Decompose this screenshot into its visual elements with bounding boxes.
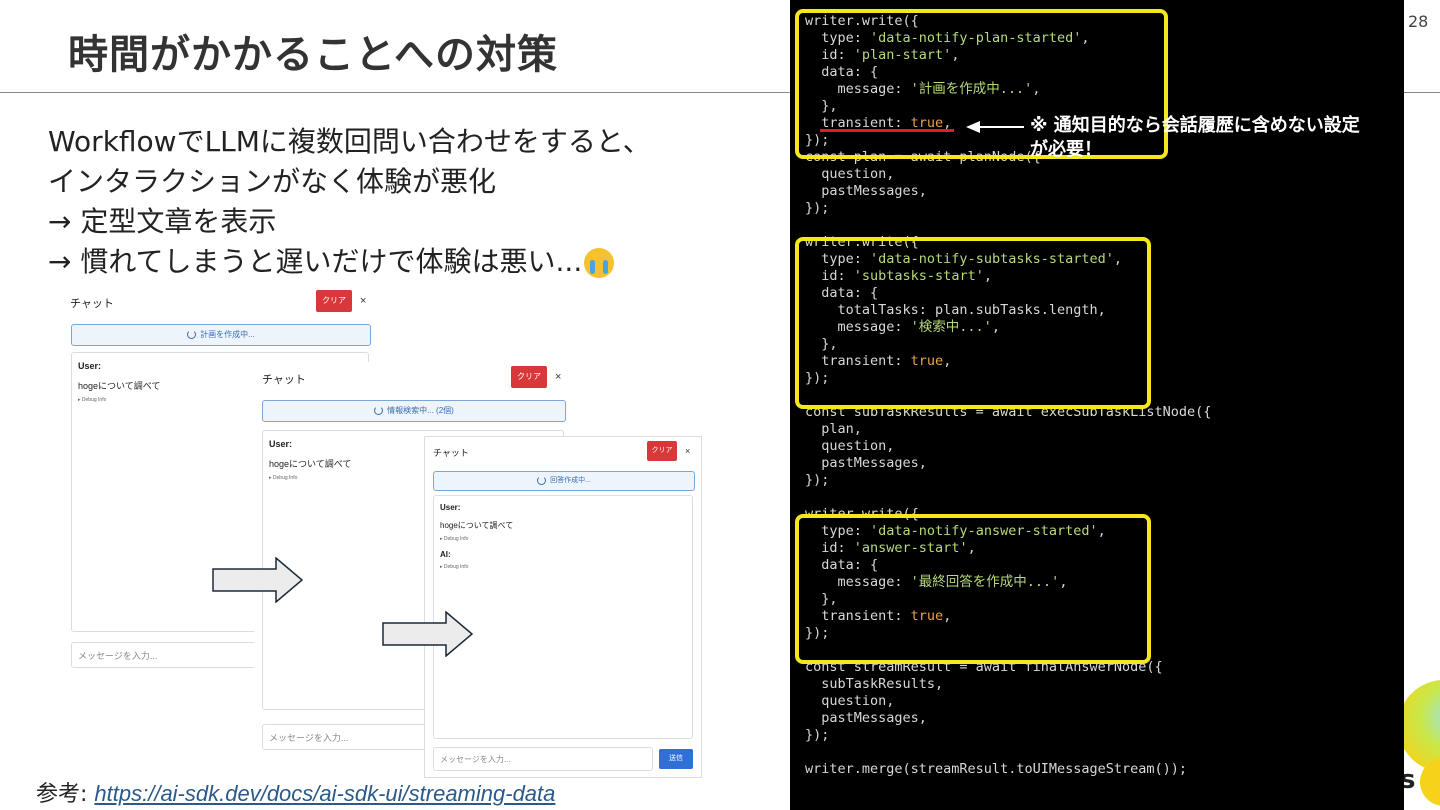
- transient-underline: [820, 129, 954, 132]
- page-number: 28: [1408, 12, 1429, 31]
- clear-button[interactable]: クリア: [647, 441, 677, 461]
- spinner-icon: [537, 475, 547, 485]
- status-text: 計画を作成中...: [200, 330, 255, 339]
- clear-button[interactable]: クリア: [316, 290, 352, 312]
- status-banner: 計画を作成中...: [71, 324, 371, 346]
- reference-label: 参考:: [36, 782, 95, 807]
- note-line-2: が必要！: [1030, 139, 1102, 160]
- highlight-box-answer: [795, 514, 1151, 664]
- spinner-icon: [374, 406, 384, 416]
- send-button[interactable]: 送信: [659, 749, 693, 769]
- title-divider-right: [1404, 92, 1440, 93]
- chat-header: チャット: [70, 298, 114, 310]
- bullet-line-1: WorkflowでLLMに複数回問い合わせをすると、: [48, 125, 651, 158]
- chat-header: チャット: [262, 374, 306, 386]
- chat-header: チャット: [433, 448, 469, 458]
- note-arrow-icon: [966, 121, 1024, 133]
- debug-info-toggle[interactable]: ▸ Debug Info: [440, 536, 686, 542]
- user-label: User:: [440, 503, 461, 512]
- close-icon[interactable]: ×: [685, 446, 690, 456]
- bullet-line-2: インタラクションがなく体験が悪化: [48, 165, 497, 198]
- bullet-line-4-text: → 慣れてしまうと遅いだけで体験は悪い...: [48, 245, 583, 278]
- close-icon[interactable]: ×: [360, 295, 366, 307]
- clear-button[interactable]: クリア: [511, 366, 547, 388]
- highlight-box-subtasks: [795, 237, 1151, 409]
- ai-debug-info-toggle[interactable]: ▸ Debug Info: [440, 564, 686, 570]
- slide-title: 時間がかかることへの対策: [68, 32, 558, 78]
- transition-arrow-2: [382, 611, 474, 657]
- svg-text:s: s: [1404, 765, 1415, 795]
- brand-logo-icon: s: [1404, 680, 1440, 806]
- status-banner: 情報検索中... (2個): [262, 400, 566, 422]
- crying-face-icon: [584, 248, 615, 278]
- ai-label: AI:: [440, 550, 451, 559]
- reference-link[interactable]: https://ai-sdk.dev/docs/ai-sdk-ui/stream…: [94, 781, 555, 806]
- bullet-line-3: → 定型文章を表示: [48, 205, 277, 238]
- chat-screenshot-3: チャット クリア × 回答作成中... User: hogeについて調べて ▸ …: [424, 436, 702, 778]
- close-icon[interactable]: ×: [555, 371, 561, 383]
- status-banner: 回答作成中...: [433, 471, 695, 491]
- message-input[interactable]: メッセージを入力...: [433, 747, 653, 771]
- transition-arrow-1: [212, 557, 304, 603]
- bullet-list: WorkflowでLLMに複数回問い合わせをすると、 インタラクションがなく体験…: [48, 122, 651, 282]
- title-divider: [0, 92, 790, 93]
- reference: 参考: https://ai-sdk.dev/docs/ai-sdk-ui/st…: [36, 776, 555, 808]
- bullet-line-4: → 慣れてしまうと遅いだけで体験は悪い...: [48, 242, 651, 282]
- transient-note: ※ 通知目的なら会話履歴に含めない設定 が必要！: [1030, 114, 1360, 162]
- status-text: 回答作成中...: [550, 477, 591, 484]
- user-message: hogeについて調べて: [440, 521, 514, 530]
- note-line-1: ※ 通知目的なら会話履歴に含めない設定: [1030, 115, 1360, 136]
- status-text: 情報検索中... (2個): [387, 406, 454, 415]
- spinner-icon: [187, 330, 197, 340]
